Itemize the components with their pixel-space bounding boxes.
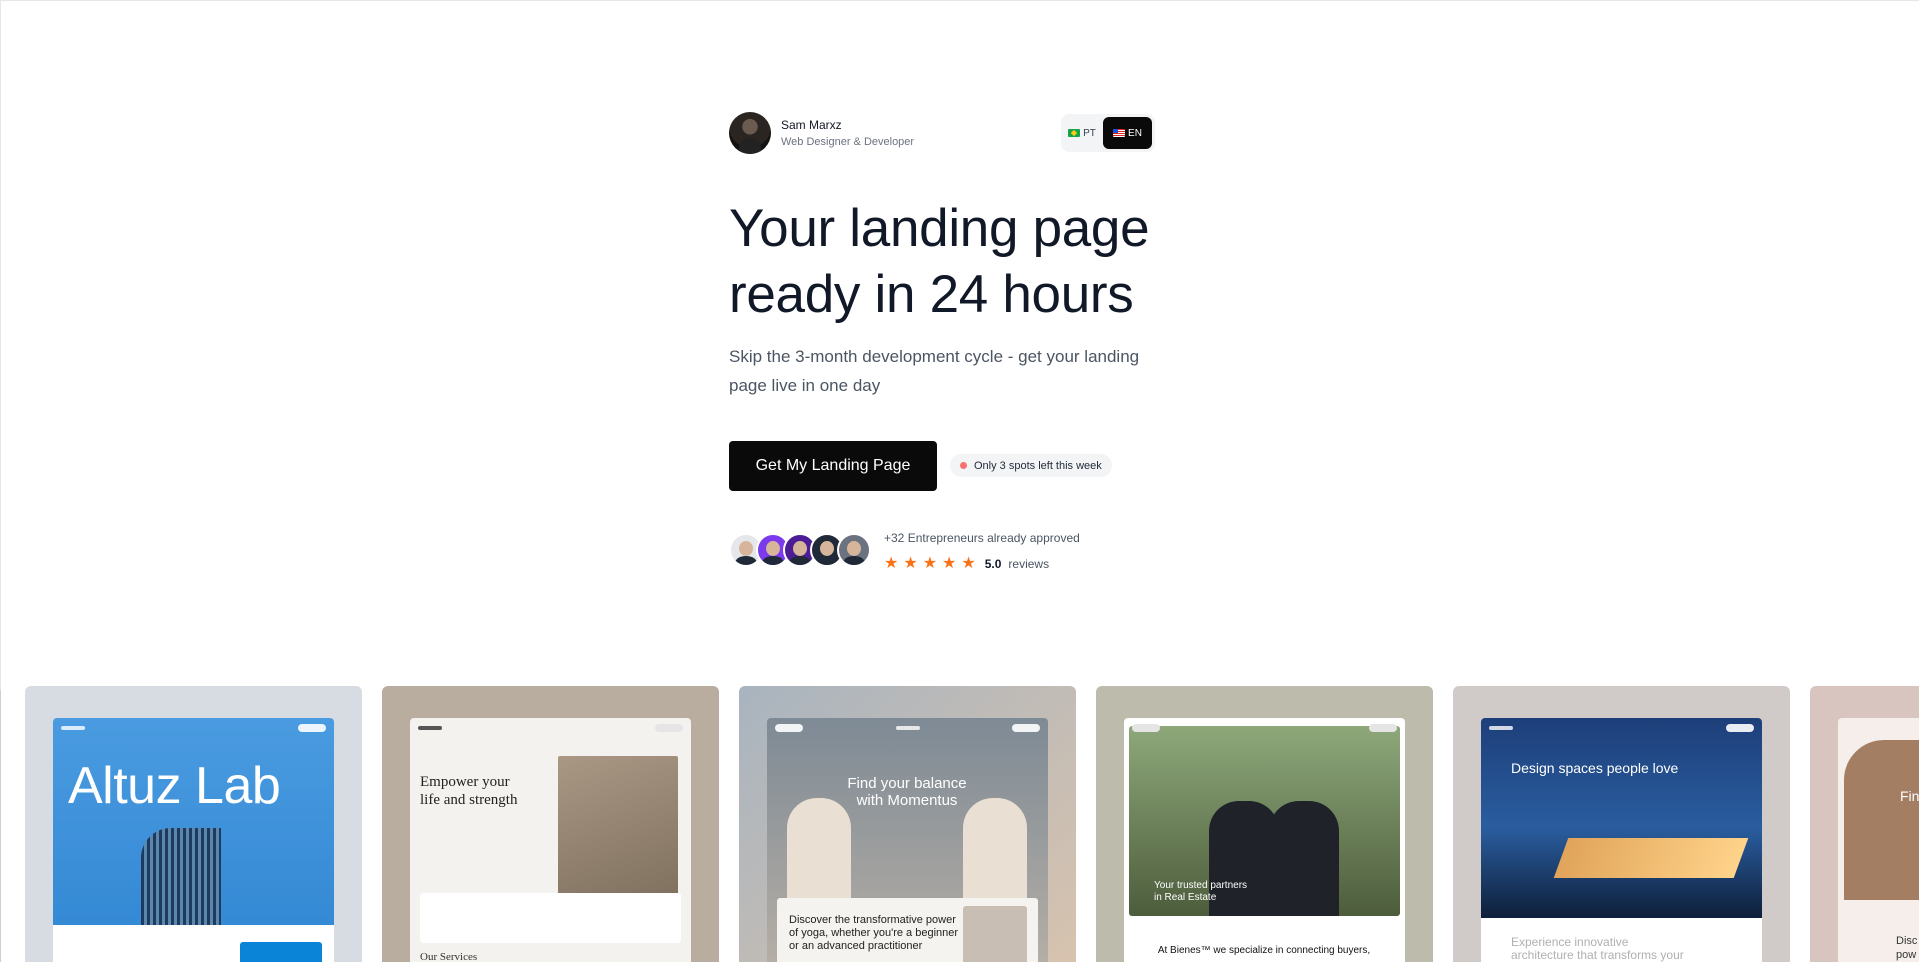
card-title: Design spaces people love <box>1511 760 1679 776</box>
mock-navbar <box>775 724 1040 732</box>
card-title: Find your balance with Momentus <box>807 775 1007 809</box>
building-shape <box>1553 838 1749 878</box>
headline-line-1: Your landing page <box>729 199 1150 258</box>
mock-navbar <box>1132 724 1397 732</box>
profile: Sam Marxz Web Designer & Developer <box>729 112 914 154</box>
thumbnail-image <box>963 906 1027 962</box>
yoga-image <box>963 798 1027 908</box>
card-title-line-1: Empower your <box>420 774 510 790</box>
social-proof-text: +32 Entrepreneurs already approved ★ ★ ★ ★ ★… <box>884 531 1080 572</box>
avatar <box>729 112 771 154</box>
language-option-en[interactable]: EN <box>1102 117 1152 149</box>
spots-text: Only 3 spots left this week <box>974 459 1102 472</box>
overlay-line-2: in Real Estate <box>1154 892 1217 903</box>
language-option-pt[interactable]: PT <box>1064 117 1100 149</box>
card-body: At Bienes™ we specialize in connecting b… <box>1157 945 1371 956</box>
card-screenshot: Find your balance with Momentus Discover… <box>767 718 1048 962</box>
card-screenshot: Empower your life and strength Our Servi… <box>410 718 691 962</box>
card-title: Empower your life and strength <box>420 773 550 809</box>
star-rating: ★ ★ ★ ★ ★ <box>884 556 976 572</box>
customer-avatar <box>837 533 871 567</box>
profile-role: Web Designer & Developer <box>781 135 915 148</box>
portfolio-card[interactable] <box>0 686 1 962</box>
avatar-stack <box>729 533 871 567</box>
get-landing-page-button[interactable]: Get My Landing Page <box>729 441 937 491</box>
card-title-line-2: with Momentus <box>856 792 958 809</box>
rating: ★ ★ ★ ★ ★ 5.0 reviews <box>884 556 1080 572</box>
portfolio-card-partial[interactable]: Fin Disc pow <box>1810 686 1919 962</box>
card-screenshot: Altuz Lab <box>53 718 334 962</box>
card-body-line-2: pow <box>1896 949 1917 961</box>
card-title-line-2: life and strength <box>420 792 518 808</box>
page-title: Your landing page ready in 24 hours <box>729 196 1189 328</box>
reviews-label: reviews <box>1008 557 1050 571</box>
portfolio-card-architecture[interactable]: Design spaces people love Experience inn… <box>1453 686 1790 962</box>
card-overlay-text: Your trusted partners in Real Estate <box>1154 880 1247 904</box>
mock-stats <box>420 893 681 943</box>
card-body-line-1: Disc <box>1896 935 1918 947</box>
yoga-image <box>787 798 851 908</box>
card-body: Disc pow <box>1896 934 1917 962</box>
language-label-en: EN <box>1128 127 1142 139</box>
portfolio-card-bienes[interactable]: Your trusted partners in Real Estate At … <box>1096 686 1433 962</box>
rating-score: 5.0 <box>984 557 1002 571</box>
portfolio-card-serenit[interactable]: Empower your life and strength Our Servi… <box>382 686 719 962</box>
subheadline: Skip the 3-month development cycle - get… <box>729 347 1140 395</box>
person-figure <box>1269 801 1339 916</box>
us-flag-icon <box>1113 129 1126 137</box>
approved-count: +32 Entrepreneurs already approved <box>884 531 1080 545</box>
language-label-pt: PT <box>1083 127 1096 139</box>
card-screenshot: Fin Disc pow <box>1838 718 1919 962</box>
yoga-image <box>558 756 678 911</box>
star-icon: ★ <box>942 555 957 572</box>
star-icon: ★ <box>884 555 899 572</box>
profile-text: Sam Marxz Web Designer & Developer <box>781 117 914 150</box>
card-screenshot: Design spaces people love Experience inn… <box>1481 718 1762 962</box>
building-image <box>141 828 221 938</box>
star-icon: ★ <box>961 555 976 572</box>
card-body-line-2: architecture that transforms your <box>1511 948 1684 962</box>
card-title: Altuz Lab <box>68 757 281 815</box>
card-image <box>1844 740 1919 900</box>
portfolio-gallery: Altuz Lab Empower your life and strength… <box>0 686 1919 962</box>
star-icon: ★ <box>903 555 918 572</box>
top-border <box>0 0 1919 1</box>
mock-navbar <box>418 724 683 732</box>
mock-navbar <box>1489 724 1754 732</box>
social-proof: +32 Entrepreneurs already approved ★ ★ ★ ★ ★… <box>729 531 1080 572</box>
architecture-image <box>1481 718 1762 918</box>
profile-name: Sam Marxz <box>781 117 842 132</box>
card-body: Discover the transformative power of yog… <box>789 914 959 952</box>
card-body: Experience innovative architecture that … <box>1511 936 1711 962</box>
spots-badge: Only 3 spots left this week <box>950 454 1112 477</box>
star-icon: ★ <box>922 555 938 572</box>
card-title-line-1: Find your balance <box>847 775 967 792</box>
portfolio-card-momentus[interactable]: Find your balance with Momentus Discover… <box>739 686 1076 962</box>
mock-navbar <box>61 724 326 732</box>
card-title: Fin <box>1900 788 1919 804</box>
portfolio-card-altuz-lab[interactable]: Altuz Lab <box>25 686 362 962</box>
overlay-line-1: Your trusted partners <box>1154 880 1248 891</box>
card-section-title: Our Services <box>420 951 478 962</box>
headline-line-2: ready in 24 hours <box>729 265 1134 324</box>
language-switcher: PT EN <box>1061 114 1155 152</box>
brazil-flag-icon <box>1068 129 1081 137</box>
mock-button <box>240 942 322 962</box>
card-screenshot: Your trusted partners in Real Estate At … <box>1124 718 1405 962</box>
status-dot-icon <box>960 462 967 469</box>
